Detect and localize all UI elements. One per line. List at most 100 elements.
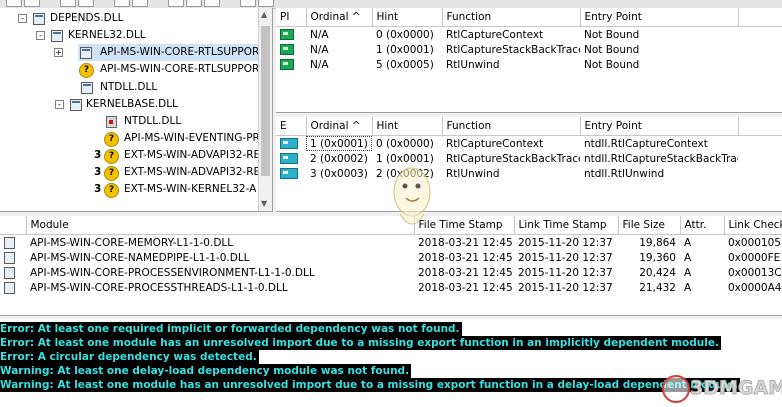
hint-cell: 0 (0x0000) [376, 28, 434, 41]
tree-item-depends[interactable]: - DEPENDS.DLL [0, 10, 258, 27]
entry-point-cell: ntdll.RtlUnwind [584, 167, 665, 180]
exports-header: E Ordinal ^ Hint Function Entry Point [276, 117, 782, 136]
tree-item-ntdll-error[interactable]: NTDLL.DLL [0, 113, 258, 130]
import-function-icon [280, 59, 294, 70]
tree-item-ext-advapi32-2[interactable]: 3 ? EXT-MS-WIN-ADVAPI32-RE [0, 164, 261, 181]
column-header-e[interactable]: E [276, 117, 307, 136]
tree-item-label: API-MS-WIN-CORE-RTLSUPPOR [100, 46, 260, 58]
tree-item-label: DEPENDS.DLL [50, 12, 124, 24]
scroll-up-icon[interactable]: ▲ [261, 10, 267, 19]
column-header-hint[interactable]: Hint [372, 117, 443, 136]
toolbar-button[interactable] [78, 0, 94, 7]
ordinal-cell: N/A [310, 28, 329, 41]
table-row[interactable]: N/A 1 (0x0001) RtlCaptureStackBackTrace … [276, 42, 782, 57]
attr-cell: A [684, 236, 692, 249]
module-cell: API-MS-WIN-CORE-PROCESSTHREADS-L1-1-0.DL… [30, 281, 288, 294]
table-row[interactable]: API-MS-WIN-CORE-MEMORY-L1-1-0.DLL 2018-0… [0, 235, 782, 251]
toolbar-button[interactable] [6, 0, 22, 7]
tree-item-kernel32[interactable]: - KERNEL32.DLL [0, 27, 258, 44]
link-time-cell: 2015-11-20 12:37 [518, 251, 613, 264]
missing-module-icon: ? [79, 63, 94, 78]
toolbar-button[interactable] [24, 0, 40, 7]
toolbar-button[interactable] [186, 0, 202, 7]
function-cell: RtlUnwind [446, 167, 500, 180]
column-header-function[interactable]: Function [442, 117, 581, 136]
table-row[interactable]: N/A 0 (0x0000) RtlCaptureContext Not Bou… [276, 27, 782, 43]
missing-delay-module-icon: ? [104, 183, 119, 198]
entry-point-cell: Not Bound [584, 28, 640, 41]
exports-list[interactable]: E Ordinal ^ Hint Function Entry Point 1 … [276, 117, 782, 212]
tree-item-label: NTDLL.DLL [100, 81, 158, 93]
tree-item-ext-advapi32-1[interactable]: 3 ? EXT-MS-WIN-ADVAPI32-RE [0, 147, 260, 164]
collapse-icon[interactable]: - [18, 14, 27, 23]
tree-item-label: EXT-MS-WIN-ADVAPI32-RE [124, 166, 261, 178]
dependency-tree[interactable]: - DEPENDS.DLL - KERNEL32.DLL + API-MS-WI… [0, 8, 273, 212]
module-icon [4, 236, 15, 249]
toolbar-button[interactable] [258, 0, 274, 7]
forwarded-export-icon [280, 168, 298, 179]
module-cell: API-MS-WIN-CORE-PROCESSENVIRONMENT-L1-1-… [30, 266, 315, 279]
expand-icon[interactable]: + [54, 48, 63, 57]
tree-item-ntdll[interactable]: NTDLL.DLL [0, 79, 258, 96]
column-header-file-size[interactable]: File Size [618, 216, 681, 235]
file-time-cell: 2018-03-21 12:45 [418, 266, 513, 279]
module-icon [81, 82, 93, 94]
table-row[interactable]: 3 (0x0003) 2 (0x0002) RtlUnwind ntdll.Rt… [276, 166, 782, 181]
module-icon [33, 13, 45, 25]
column-header-ordinal[interactable]: Ordinal ^ [306, 117, 373, 136]
column-header-function[interactable]: Function [442, 8, 581, 27]
hint-cell: 1 (0x0001) [376, 43, 434, 56]
tree-item-label: API-MS-WIN-CORE-RTLSUPPOR [100, 63, 260, 75]
tree-item-label: KERNELBASE.DLL [86, 98, 178, 110]
watermark-logo-icon [662, 375, 690, 403]
scroll-down-icon[interactable]: ▼ [261, 199, 267, 208]
tree-item-api-rtlsupport[interactable]: + API-MS-WIN-CORE-RTLSUPPOR [54, 44, 260, 61]
watermark-mascot-icon [393, 167, 431, 225]
table-row[interactable]: 1 (0x0001) 0 (0x0000) RtlCaptureContext … [276, 135, 782, 151]
table-row[interactable]: API-MS-WIN-CORE-PROCESSTHREADS-L1-1-0.DL… [0, 280, 782, 295]
column-header-link-time-stamp[interactable]: Link Time Stamp [514, 216, 619, 235]
log-line-error: Error: At least one required implicit or… [0, 322, 462, 336]
missing-module-icon: ? [104, 132, 119, 147]
scrollbar-thumb[interactable] [261, 26, 270, 176]
parent-imports-list[interactable]: PI Ordinal ^ Hint Function Entry Point N… [276, 8, 782, 113]
toolbar-button[interactable] [240, 0, 256, 7]
table-row[interactable]: API-MS-WIN-CORE-PROCESSENVIRONMENT-L1-1-… [0, 265, 782, 280]
module-cell: API-MS-WIN-CORE-NAMEDPIPE-L1-1-0.DLL [30, 251, 250, 264]
tree-item-kernelbase[interactable]: - KERNELBASE.DLL [0, 96, 258, 113]
import-function-icon [280, 29, 294, 40]
collapse-icon[interactable]: - [36, 31, 45, 40]
column-header-link-checksum[interactable]: Link Checks [724, 216, 782, 235]
table-row[interactable]: API-MS-WIN-CORE-NAMEDPIPE-L1-1-0.DLL 201… [0, 250, 782, 265]
toolbar-button[interactable] [204, 0, 220, 7]
module-icon [4, 281, 15, 294]
column-header-ordinal[interactable]: Ordinal ^ [306, 8, 373, 27]
toolbar-button[interactable] [60, 0, 76, 7]
link-checksum-cell: 0x0000A4 [728, 281, 782, 294]
ordinal-cell: N/A [310, 43, 329, 56]
tree-item-label: EXT-MS-WIN-KERNEL32-A [124, 183, 257, 195]
tree-vertical-scrollbar[interactable]: ▲ ▼ [258, 8, 272, 211]
table-row[interactable]: N/A 5 (0x0005) RtlUnwind Not Bound [276, 57, 782, 72]
column-header-pi[interactable]: PI [276, 8, 307, 27]
column-header-module[interactable]: Module [26, 216, 415, 235]
column-header-attr[interactable]: Attr. [680, 216, 725, 235]
toolbar-button[interactable] [132, 0, 148, 7]
table-row[interactable]: 2 (0x0002) 1 (0x0001) RtlCaptureStackBac… [276, 151, 782, 166]
column-header-hint[interactable]: Hint [372, 8, 443, 27]
column-header-icon[interactable] [0, 216, 27, 235]
collapse-icon[interactable]: - [55, 100, 64, 109]
tree-item-api-rtlsupport-missing[interactable]: ? API-MS-WIN-CORE-RTLSUPPOR [0, 61, 260, 78]
tree-item-api-eventing[interactable]: ? API-MS-WIN-EVENTING-PR [0, 130, 260, 147]
log-line-warning: Warning: At least one module has an unre… [0, 378, 741, 392]
column-header-entry-point[interactable]: Entry Point [580, 8, 739, 27]
link-time-cell: 2015-11-20 12:37 [518, 266, 613, 279]
tree-item-ext-kernel32[interactable]: 3 ? EXT-MS-WIN-KERNEL32-A [0, 181, 258, 198]
ordinal-cell: 3 (0x0003) [310, 167, 368, 180]
toolbar-button[interactable] [168, 0, 184, 7]
column-header-entry-point[interactable]: Entry Point [580, 117, 739, 136]
entry-point-cell: ntdll.RtlCaptureStackBackTrace [584, 152, 738, 165]
toolbar-button[interactable] [114, 0, 130, 7]
file-time-cell: 2018-03-21 12:45 [418, 236, 513, 249]
entry-point-cell: Not Bound [584, 43, 640, 56]
